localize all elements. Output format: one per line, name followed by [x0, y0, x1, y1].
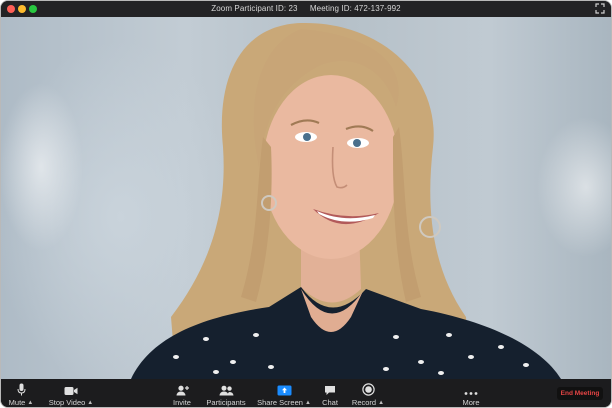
meeting-id-text: Meeting ID: 472-137-992 [309, 4, 401, 13]
invite-button[interactable]: Invite [169, 381, 195, 407]
participants-button[interactable]: Participants [203, 381, 249, 407]
participant-video [131, 22, 561, 379]
more-dots-icon [464, 392, 478, 395]
video-feed [1, 17, 611, 379]
mute-label: Mute [8, 398, 26, 407]
end-meeting-button[interactable]: End Meeting [557, 387, 603, 400]
mute-button[interactable]: Mute ▲ [5, 381, 37, 407]
share-screen-icon [277, 385, 291, 396]
video-options-caret[interactable]: ▲ [87, 400, 93, 406]
window-title: Zoom Participant ID: 23 Meeting ID: 472-… [1, 4, 611, 13]
chat-bubble-icon [325, 386, 335, 395]
view-mode-icon[interactable] [578, 3, 588, 14]
chat-button[interactable]: Chat [319, 381, 341, 407]
video-camera-icon [64, 387, 78, 395]
record-label: Record [351, 398, 377, 407]
share-screen-button[interactable]: Share Screen ▲ [256, 381, 312, 407]
invite-label: Invite [173, 398, 191, 407]
share-options-caret[interactable]: ▲ [305, 400, 311, 406]
meeting-controls-toolbar: Mute ▲ Stop Video ▲ Invite Participants … [1, 379, 611, 407]
record-options-caret[interactable]: ▲ [378, 400, 384, 406]
zoom-window: Zoom Participant ID: 23 Meeting ID: 472-… [1, 1, 611, 407]
microphone-icon [17, 383, 25, 396]
participants-label: Participants [206, 398, 246, 407]
mute-options-caret[interactable]: ▲ [27, 400, 33, 406]
stop-video-button[interactable]: Stop Video ▲ [45, 381, 97, 407]
stop-video-label: Stop Video [48, 398, 86, 407]
record-button[interactable]: Record ▲ [349, 381, 387, 407]
more-label: More [462, 398, 480, 407]
participant-id-text: Zoom Participant ID: 23 [211, 4, 298, 13]
share-screen-label: Share Screen [257, 398, 303, 407]
add-person-icon [176, 385, 189, 396]
record-icon [361, 383, 375, 396]
fullscreen-icon[interactable] [595, 3, 605, 14]
title-bar: Zoom Participant ID: 23 Meeting ID: 472-… [1, 1, 611, 17]
chat-label: Chat [322, 398, 338, 407]
participants-icon [219, 385, 233, 396]
more-button[interactable]: More [459, 381, 483, 407]
